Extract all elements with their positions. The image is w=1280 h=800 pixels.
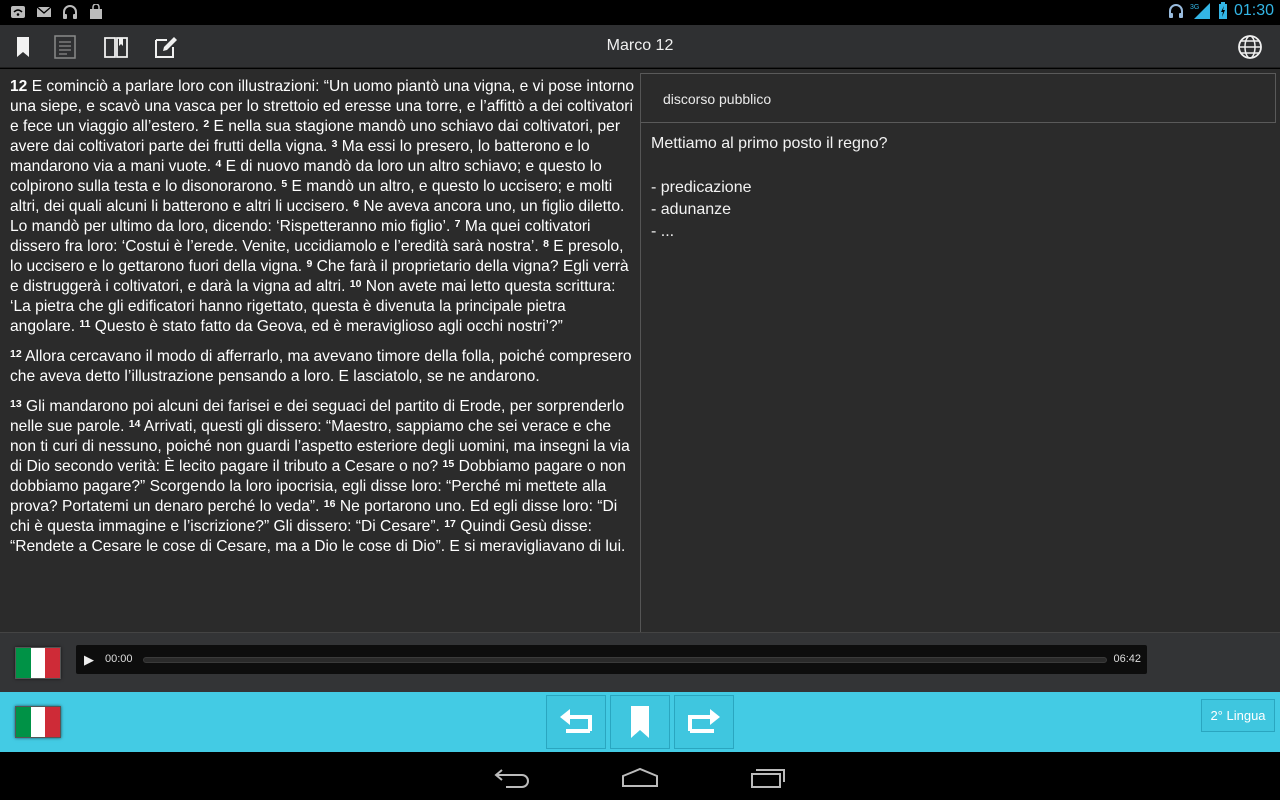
note-line: - predicazione <box>651 179 752 196</box>
current-time: 00:00 <box>105 653 133 665</box>
audio-bar: ▶ 00:00 06:42 <box>0 632 1280 692</box>
system-nav-bar <box>0 752 1280 800</box>
verse-number: 2 <box>203 118 210 130</box>
italian-flag-icon[interactable] <box>15 647 61 679</box>
shopping-bag-icon <box>90 4 102 19</box>
bible-paragraph: 12 Allora cercavano il modo di afferrarl… <box>10 347 635 387</box>
progress-track[interactable] <box>143 657 1107 663</box>
total-time: 06:42 <box>1113 653 1141 665</box>
recents-nav-icon[interactable] <box>748 766 788 788</box>
back-button[interactable] <box>546 695 606 749</box>
verse-number: 5 <box>281 178 288 190</box>
note-line: - ... <box>651 223 675 240</box>
forward-arrow-icon <box>688 709 720 733</box>
verse-number: 7 <box>454 218 461 230</box>
network-label: 3G <box>1190 4 1199 11</box>
flag-white-stripe <box>30 707 46 737</box>
verse-number: 8 <box>543 238 549 250</box>
verse-number: 16 <box>323 498 336 510</box>
back-nav-icon[interactable] <box>492 766 532 788</box>
verse-number: 9 <box>306 258 313 270</box>
flag-red-stripe <box>45 648 61 678</box>
globe-icon[interactable] <box>1237 34 1263 60</box>
verse-number: 12 <box>10 348 22 360</box>
note-line: Mettiamo al primo posto il regno? <box>651 135 888 152</box>
note-body[interactable]: Mettiamo al primo posto il regno? - predi… <box>641 123 1276 253</box>
bookmark-icon <box>631 706 649 738</box>
note-line <box>651 155 1266 177</box>
note-line: - adunanze <box>651 201 732 218</box>
status-right-icons: 3G 01:30 <box>1168 2 1274 20</box>
headphones-icon <box>63 5 77 19</box>
chapter-number: 12 <box>10 78 28 95</box>
language-bar: 2° Lingua <box>0 692 1280 752</box>
mail-icon <box>36 6 52 17</box>
verse-number: 17 <box>444 518 456 530</box>
verse-number: 11 <box>79 318 91 330</box>
page-title: Marco 12 <box>606 37 674 54</box>
verse-number: 3 <box>331 138 338 150</box>
forward-button[interactable] <box>674 695 734 749</box>
verse-text: Allora cercavano il modo di afferrarlo, … <box>10 348 632 385</box>
verse-number: 4 <box>215 158 222 170</box>
wifi-icon <box>11 6 25 18</box>
bible-paragraph: 12 E cominciò a parlare loro con illustr… <box>10 77 635 337</box>
flag-red-stripe <box>45 707 61 737</box>
play-button[interactable]: ▶ <box>84 652 94 668</box>
italian-flag-icon[interactable] <box>15 706 61 738</box>
flag-green-stripe <box>16 648 31 678</box>
signal-3g-icon: 3G <box>1190 3 1210 19</box>
bookmark-button[interactable] <box>610 695 670 749</box>
verse-number: 13 <box>10 398 22 410</box>
main-content: 12 E cominciò a parlare loro con illustr… <box>0 69 1280 632</box>
flag-white-stripe <box>30 648 46 678</box>
battery-charging-icon <box>1218 2 1227 19</box>
headphones-icon <box>1168 4 1183 18</box>
action-bar: Marco 12 <box>0 25 1280 68</box>
verse-text: Questo è stato fatto da Geova, ed è mera… <box>90 318 563 335</box>
clock: 01:30 <box>1233 2 1274 19</box>
status-left-icons <box>10 4 104 20</box>
flag-green-stripe <box>16 707 31 737</box>
verse-number: 10 <box>349 278 362 290</box>
verse-number: 6 <box>353 198 360 210</box>
audio-player: ▶ 00:00 06:42 <box>76 645 1147 674</box>
verse-number: 15 <box>442 458 455 470</box>
notes-panel: discorso pubblico Mettiamo al primo post… <box>641 73 1276 632</box>
status-bar: 3G 01:30 <box>0 0 1280 25</box>
home-nav-icon[interactable] <box>620 766 660 788</box>
bible-text[interactable]: 12 E cominciò a parlare loro con illustr… <box>10 77 635 632</box>
bible-paragraph: 13 Gli mandarono poi alcuni dei farisei … <box>10 397 635 557</box>
verse-number: 14 <box>128 418 141 430</box>
second-language-button[interactable]: 2° Lingua <box>1201 699 1275 732</box>
back-arrow-icon <box>560 709 592 733</box>
note-title[interactable]: discorso pubblico <box>641 73 1276 123</box>
